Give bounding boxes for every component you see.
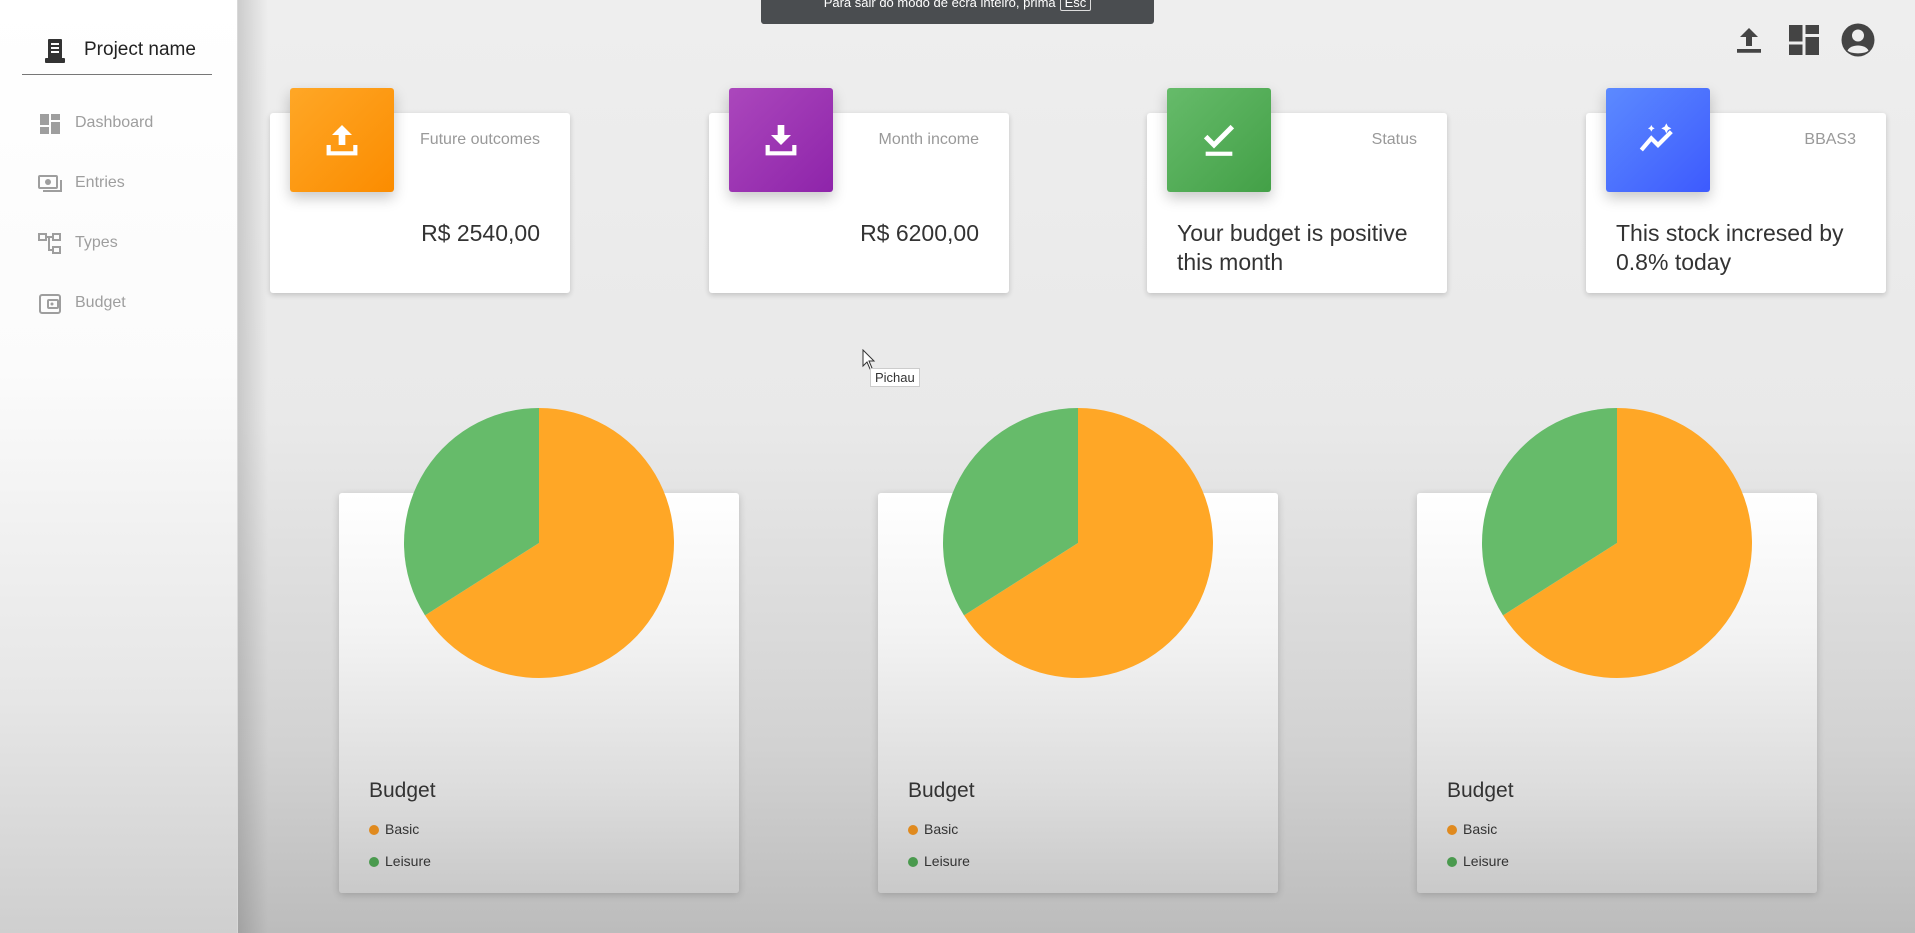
payments-icon [38, 175, 62, 192]
stat-text: This stock incresed by 0.8% today [1616, 220, 1844, 275]
legend-item-basic: Basic [369, 821, 419, 837]
stat-card-month-income: Month income R$ 6200,00 [709, 88, 1009, 293]
legend-dot [908, 857, 918, 867]
tooltip: Pichau [870, 368, 920, 387]
stat-icon-tile [729, 88, 833, 192]
sidebar-shadow [238, 0, 268, 933]
stat-icon-tile [1167, 88, 1271, 192]
legend-item-basic: Basic [908, 821, 958, 837]
stat-icon-tile [290, 88, 394, 192]
receipt-icon [45, 39, 65, 63]
dashboard-icon[interactable] [1786, 22, 1822, 58]
legend-label: Leisure [1463, 853, 1509, 869]
sidebar-item-label: Entries [75, 174, 125, 191]
fullscreen-hint-message: Para sair do modo de ecrã inteiro, prima [823, 0, 1056, 10]
budget-title: Budget [908, 779, 975, 802]
stat-icon-tile [1606, 88, 1710, 192]
stat-label: Future outcomes [419, 131, 540, 148]
legend-label: Basic [385, 821, 420, 837]
legend-dot [369, 857, 379, 867]
fullscreen-exit-hint: Para sair do modo de ecrã inteiro, prima… [761, 0, 1154, 24]
sidebar-item-dashboard[interactable]: Dashboard [38, 108, 218, 138]
stat-value: R$ 2540,00 [421, 220, 540, 246]
budget-title: Budget [1447, 779, 1514, 802]
budget-pie-chart [1482, 408, 1752, 678]
budget-card: Budget Basic Leisure [878, 408, 1278, 893]
stat-label: Status [1371, 131, 1417, 148]
sidebar: Project name Dashboard Entries Types Bud… [0, 0, 238, 933]
stat-value: R$ 6200,00 [860, 220, 979, 246]
esc-key: Esc [1059, 0, 1092, 11]
sidebar-item-entries[interactable]: Entries [38, 168, 218, 198]
sidebar-item-label: Budget [75, 294, 126, 311]
budget-pie-chart [404, 408, 674, 678]
legend-item-leisure: Leisure [908, 853, 970, 869]
brand[interactable]: Project name [22, 30, 212, 75]
legend-dot [369, 825, 379, 835]
budget-card: Budget Basic Leisure [339, 408, 739, 893]
stat-card-status: Status Your budget is positive this mont… [1147, 88, 1447, 293]
stat-card-bbas3: BBAS3 This stock incresed by 0.8% today [1586, 88, 1886, 293]
check-icon [1203, 124, 1235, 156]
legend-dot [908, 825, 918, 835]
legend-label: Basic [1463, 821, 1498, 837]
stat-text: Your budget is positive this month [1177, 220, 1408, 275]
legend-label: Leisure [385, 853, 431, 869]
sidebar-item-label: Dashboard [75, 114, 154, 131]
trending-icon [1639, 123, 1673, 152]
brand-label: Project name [84, 39, 196, 60]
sidebar-item-budget[interactable]: Budget [38, 288, 218, 318]
sidebar-item-label: Types [75, 234, 118, 251]
account-icon[interactable] [1840, 22, 1876, 58]
legend-item-basic: Basic [1447, 821, 1497, 837]
legend-dot [1447, 825, 1457, 835]
legend-item-leisure: Leisure [1447, 853, 1509, 869]
download-icon [765, 125, 797, 156]
budget-card: Budget Basic Leisure [1417, 408, 1817, 893]
sidebar-item-types[interactable]: Types [38, 228, 218, 258]
dashboard-icon [40, 114, 60, 134]
upload-icon [326, 125, 358, 156]
legend-label: Basic [924, 821, 959, 837]
budget-pie-chart [943, 408, 1213, 678]
legend-item-leisure: Leisure [369, 853, 431, 869]
stat-card-future-outcomes: Future outcomes R$ 2540,00 [270, 88, 570, 293]
stat-label: Month income [878, 131, 980, 148]
hierarchy-icon [38, 233, 61, 254]
legend-dot [1447, 857, 1457, 867]
stat-label: BBAS3 [1804, 131, 1856, 148]
budget-title: Budget [369, 779, 436, 802]
legend-label: Leisure [924, 853, 970, 869]
upload-icon[interactable] [1731, 22, 1767, 58]
wallet-icon [39, 294, 61, 314]
